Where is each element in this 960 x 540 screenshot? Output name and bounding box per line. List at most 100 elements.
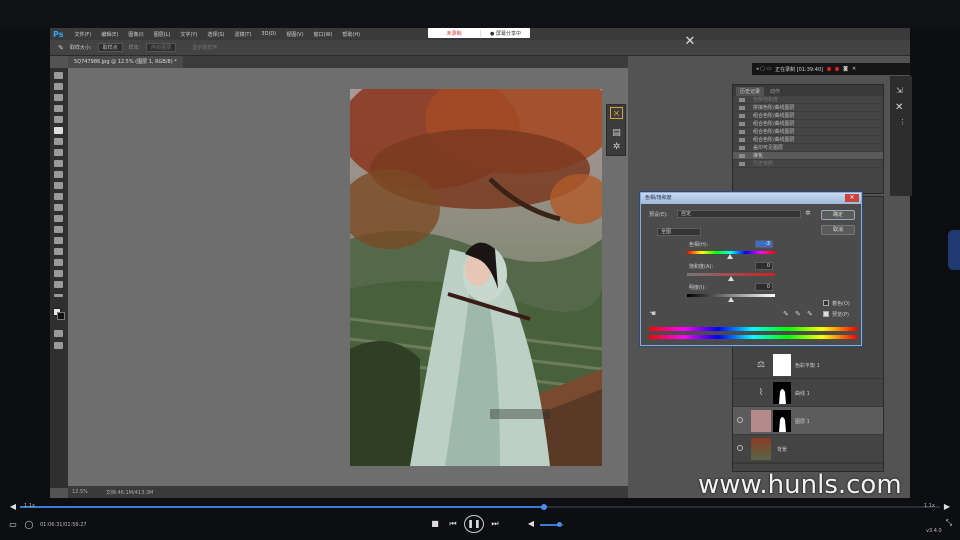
preset-gear-icon[interactable]: ✲: [805, 209, 811, 217]
eye-icon[interactable]: [737, 445, 743, 451]
menu-file[interactable]: 文件(F): [69, 31, 96, 38]
pause-button[interactable]: ❚❚: [464, 515, 484, 533]
history-item[interactable]: 历史快照: [733, 160, 883, 168]
speed-left-label[interactable]: 1.1x: [24, 503, 35, 509]
preset-select[interactable]: 自定: [677, 210, 801, 218]
layer-mask-thumbnail[interactable]: [773, 410, 791, 432]
side-collapse-tab[interactable]: [948, 230, 960, 270]
dialog-close-button[interactable]: ✕: [845, 194, 859, 202]
history-item[interactable]: 组合色阶/曲线图层: [733, 120, 883, 128]
history-item-selected[interactable]: 液化: [733, 152, 883, 160]
history-item[interactable]: 色相饱和度: [733, 96, 883, 104]
previous-icon[interactable]: ⏮: [448, 519, 458, 529]
history-item[interactable]: 盖印可见图层: [733, 144, 883, 152]
colorize-checkbox[interactable]: [823, 300, 829, 306]
shape-tool-icon[interactable]: [54, 259, 63, 266]
hue-slider-thumb[interactable]: [727, 254, 734, 259]
menu-edit[interactable]: 编辑(E): [96, 31, 123, 38]
playback-progress[interactable]: [0, 504, 960, 510]
gradient-tool-icon[interactable]: [54, 193, 63, 200]
hand-tool-icon[interactable]: [54, 270, 63, 277]
screen-share-status[interactable]: ● 屏幕分享中: [480, 29, 530, 37]
show-ring-checkbox-label[interactable]: 显示取样环: [192, 44, 217, 51]
marquee-tool-icon[interactable]: [54, 83, 63, 90]
background-color-swatch[interactable]: [57, 312, 65, 320]
eyedropper-icon[interactable]: ✎: [58, 44, 64, 52]
menu-3d[interactable]: 3D(D): [256, 31, 281, 37]
sample-size-select[interactable]: 取样点: [97, 43, 123, 52]
zoom-tool-icon[interactable]: [54, 281, 63, 288]
stamp-tool-icon[interactable]: [54, 160, 63, 167]
close-x-icon[interactable]: ✕: [895, 102, 903, 113]
eyedropper-plus-icon[interactable]: ✎: [795, 310, 801, 318]
eraser-tool-icon[interactable]: [54, 182, 63, 189]
blur-tool-icon[interactable]: [54, 204, 63, 211]
saturation-value-field[interactable]: 0: [755, 262, 773, 270]
document-tab[interactable]: 5Q747986.jpg @ 12.5% (图层 1, RGB/8) *: [68, 56, 183, 68]
history-item[interactable]: 组合色阶/曲线图层: [733, 128, 883, 136]
menu-filter[interactable]: 滤镜(T): [229, 31, 256, 38]
progress-knob[interactable]: [541, 504, 548, 510]
speed-right-label[interactable]: 1.1x: [924, 503, 935, 509]
path-select-tool-icon[interactable]: [54, 248, 63, 255]
layer-mask-thumbnail[interactable]: [773, 354, 791, 376]
close-window-icon[interactable]: ✕: [680, 34, 700, 58]
eyedropper-minus-icon[interactable]: ✎: [807, 310, 813, 318]
pin-icon[interactable]: ⇲: [896, 86, 903, 95]
layer-row-selected[interactable]: 图层 1: [733, 407, 883, 435]
layer-mask-thumbnail[interactable]: [773, 382, 791, 404]
menu-window[interactable]: 窗口(W): [309, 31, 338, 38]
ok-button[interactable]: 确定: [821, 210, 855, 220]
magic-wand-tool-icon[interactable]: [54, 105, 63, 112]
menu-layer[interactable]: 图层(L): [149, 31, 176, 38]
playlist-icon[interactable]: ▭: [8, 520, 18, 530]
history-item[interactable]: 组合色阶/曲线图层: [733, 112, 883, 120]
preview-checkbox[interactable]: [823, 311, 829, 317]
chat-icon[interactable]: ◯: [24, 520, 34, 530]
layer-row[interactable]: ⚖ 色彩平衡 1: [733, 351, 883, 379]
tab-history[interactable]: 历史记录: [736, 87, 765, 96]
window-controls-icon[interactable]: ◂ ▢ ▭: [756, 66, 771, 72]
menu-view[interactable]: 视图(V): [281, 31, 308, 38]
settings-gear-icon[interactable]: ✲: [610, 141, 623, 153]
volume-knob[interactable]: [557, 522, 563, 527]
eyedropper-tool-icon[interactable]: [54, 127, 63, 134]
move-tool-icon[interactable]: [54, 72, 63, 79]
skip-back-icon[interactable]: ◀: [8, 502, 18, 512]
histogram-icon[interactable]: ▤: [610, 127, 623, 139]
brush-tool-icon[interactable]: [54, 149, 63, 156]
layer-row[interactable]: ⌇ 曲线 1: [733, 379, 883, 407]
lightness-value-field[interactable]: 0: [755, 283, 773, 291]
menu-select[interactable]: 选择(S): [202, 31, 229, 38]
channel-select[interactable]: 全图: [657, 228, 701, 236]
fullscreen-icon[interactable]: ⤡: [944, 518, 954, 528]
menu-image[interactable]: 图像(I): [123, 31, 148, 38]
type-tool-icon[interactable]: [54, 237, 63, 244]
camera-icon[interactable]: ◙: [843, 66, 848, 72]
pen-tool-icon[interactable]: [54, 226, 63, 233]
more-icon[interactable]: ⋮: [899, 118, 906, 126]
next-icon[interactable]: ⏭: [490, 519, 500, 529]
layer-row[interactable]: 背景: [733, 435, 883, 463]
saturation-slider-thumb[interactable]: [728, 276, 734, 281]
healing-tool-icon[interactable]: [54, 138, 63, 145]
cancel-button[interactable]: 取消: [821, 225, 855, 235]
volume-icon[interactable]: ◀: [526, 519, 536, 529]
more-tools-icon[interactable]: [54, 294, 63, 297]
targeted-adjust-hand-icon[interactable]: ☚: [649, 309, 656, 318]
lightness-slider-thumb[interactable]: [728, 297, 734, 302]
sample-select[interactable]: 所有图层: [146, 43, 177, 52]
screen-mode-icon[interactable]: [54, 342, 63, 349]
tab-actions[interactable]: 动作: [766, 87, 784, 96]
menu-help[interactable]: 帮助(H): [337, 31, 365, 38]
lasso-tool-icon[interactable]: [54, 94, 63, 101]
history-item[interactable]: 组合色阶/曲线图层: [733, 136, 883, 144]
close-icon[interactable]: ✕: [852, 66, 856, 72]
history-brush-tool-icon[interactable]: [54, 171, 63, 178]
liquify-icon[interactable]: ⨯: [610, 107, 623, 119]
skip-forward-icon[interactable]: ▶: [942, 502, 952, 512]
record-status[interactable]: 未录制: [428, 30, 480, 37]
zoom-readout[interactable]: 12.5%: [72, 489, 88, 495]
hue-value-field[interactable]: -3: [755, 240, 773, 248]
eye-icon[interactable]: [737, 417, 743, 423]
